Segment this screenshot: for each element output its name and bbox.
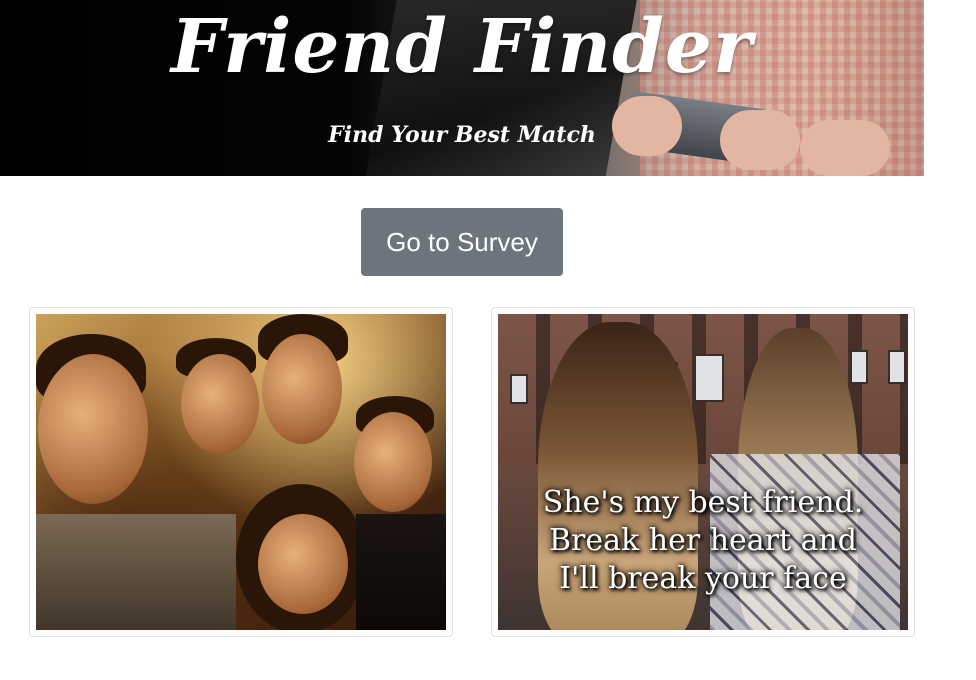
image-card: She's my best friend. Break her heart an… [491, 307, 915, 637]
window-shape [888, 350, 906, 384]
quote-line: Break her heart and [549, 523, 857, 558]
quote-line: I'll break your face [559, 561, 847, 596]
quote-text: She's my best friend. Break her heart an… [498, 484, 908, 598]
jacket-shape [356, 514, 446, 630]
face-shape [258, 514, 348, 614]
image-card [29, 307, 453, 637]
friends-selfie-photo [36, 314, 446, 630]
window-shape [510, 374, 528, 404]
window-shape [850, 350, 868, 384]
face-shape [38, 354, 148, 504]
page-subtitle: Find Your Best Match [328, 122, 596, 148]
go-to-survey-button[interactable]: Go to Survey [361, 208, 563, 276]
page-title: Friend Finder [171, 4, 753, 90]
jacket-shape [36, 514, 236, 630]
face-shape [354, 412, 432, 512]
window-shape [694, 354, 724, 402]
best-friends-photo: She's my best friend. Break her heart an… [498, 314, 908, 630]
quote-line: She's my best friend. [542, 485, 864, 520]
face-shape [181, 354, 259, 454]
header-banner: Friend Finder Find Your Best Match [0, 0, 924, 176]
face-shape [262, 334, 342, 444]
